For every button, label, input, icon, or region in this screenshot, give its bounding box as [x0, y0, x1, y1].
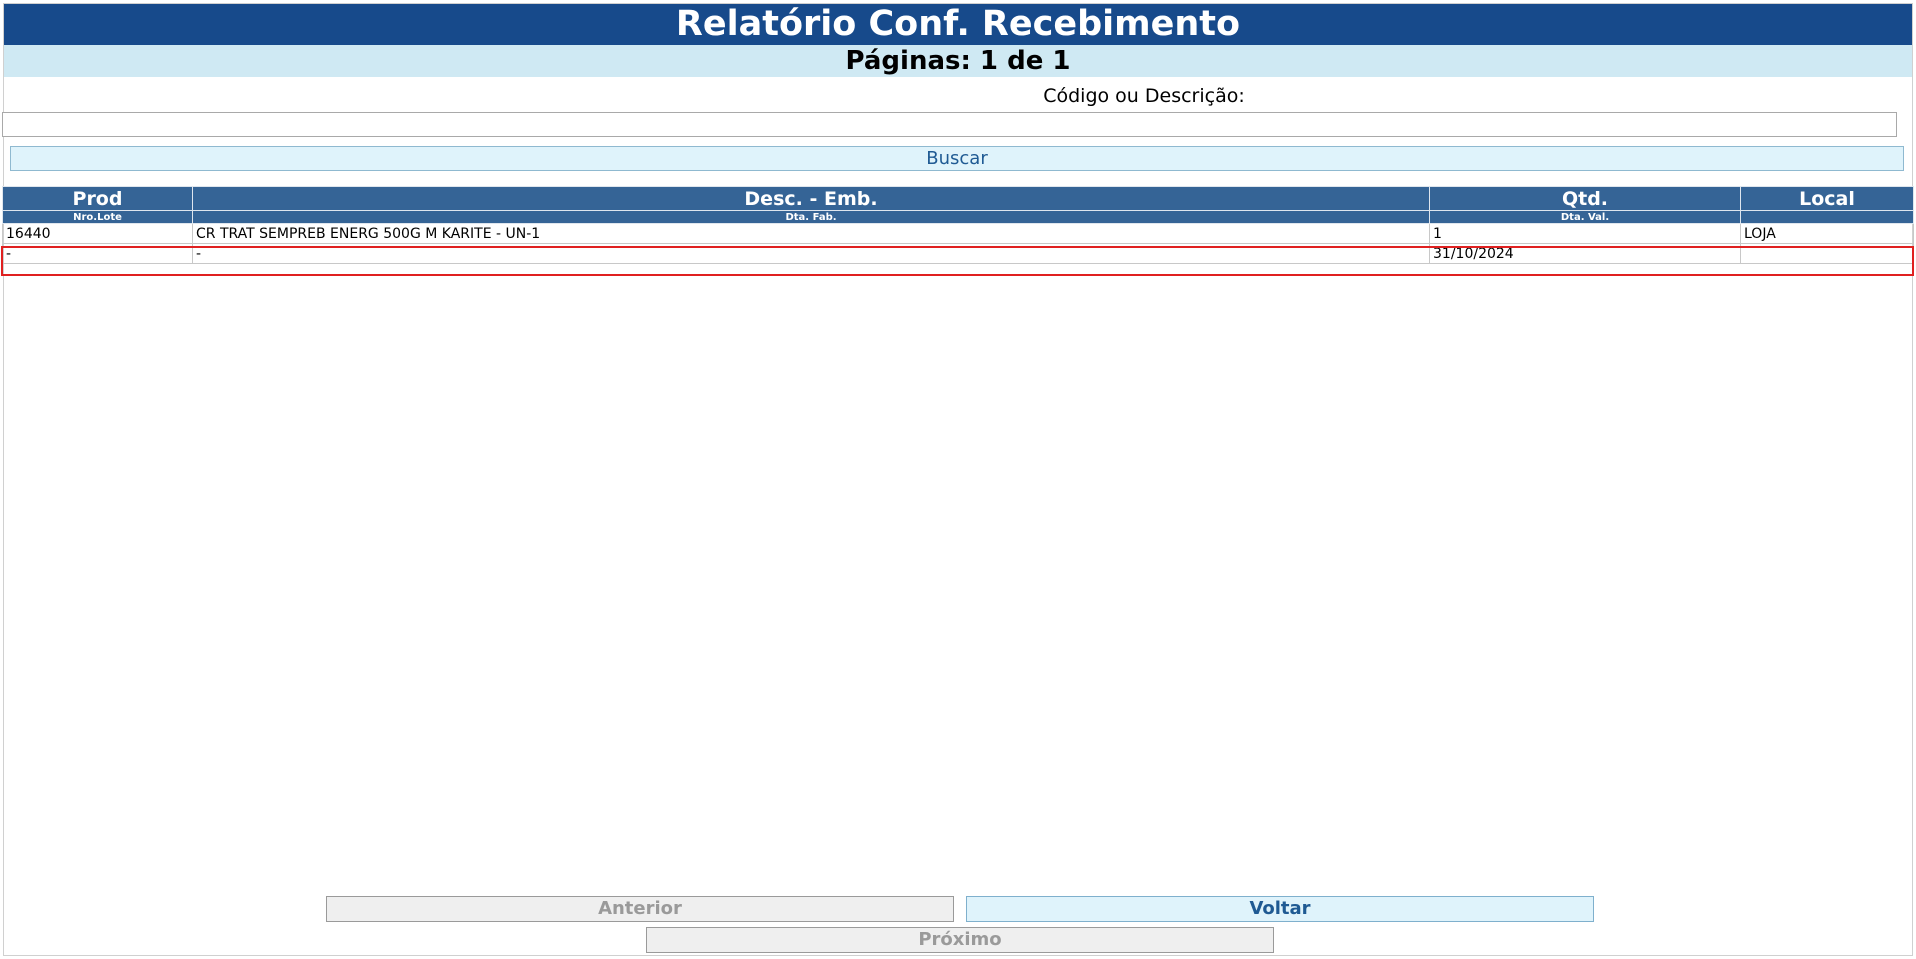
next-button[interactable]: Próximo: [646, 927, 1274, 953]
column-subheader-lote: Nro.Lote: [2, 210, 193, 224]
results-table: Prod Desc. - Emb. Qtd. Local Nro.Lote Dt…: [2, 186, 1914, 264]
table-row[interactable]: - - 31/10/2024: [2, 243, 1914, 264]
cell-lote: -: [2, 243, 193, 264]
previous-button[interactable]: Anterior: [326, 896, 954, 922]
cell-desc: CR TRAT SEMPREB ENERG 500G M KARITE - UN…: [192, 223, 1430, 244]
cell-dta-val: 31/10/2024: [1429, 243, 1741, 264]
search-button[interactable]: Buscar: [10, 146, 1904, 171]
search-input[interactable]: [2, 112, 1897, 137]
cell-qtd: 1: [1429, 223, 1741, 244]
cell-local: LOJA: [1740, 223, 1914, 244]
page-count: Páginas: 1 de 1: [4, 45, 1912, 77]
cell-prod: 16440: [2, 223, 193, 244]
column-header-local: Local: [1740, 186, 1914, 211]
column-header-desc: Desc. - Emb.: [192, 186, 1430, 211]
table-row[interactable]: 16440 CR TRAT SEMPREB ENERG 500G M KARIT…: [2, 223, 1914, 244]
column-header-prod: Prod: [2, 186, 193, 211]
table-header-row: Prod Desc. - Emb. Qtd. Local: [2, 186, 1914, 211]
page-title: Relatório Conf. Recebimento: [4, 4, 1912, 45]
column-subheader-fab: Dta. Fab.: [192, 210, 1430, 224]
table-subheader-row: Nro.Lote Dta. Fab. Dta. Val.: [2, 210, 1914, 224]
back-button[interactable]: Voltar: [966, 896, 1594, 922]
cell-dta-fab: -: [192, 243, 1430, 264]
column-subheader-empty: [1740, 210, 1914, 224]
column-subheader-val: Dta. Val.: [1429, 210, 1741, 224]
cell-empty: [1740, 243, 1914, 264]
column-header-qtd: Qtd.: [1429, 186, 1741, 211]
search-label: Código ou Descrição:: [1043, 85, 1245, 107]
